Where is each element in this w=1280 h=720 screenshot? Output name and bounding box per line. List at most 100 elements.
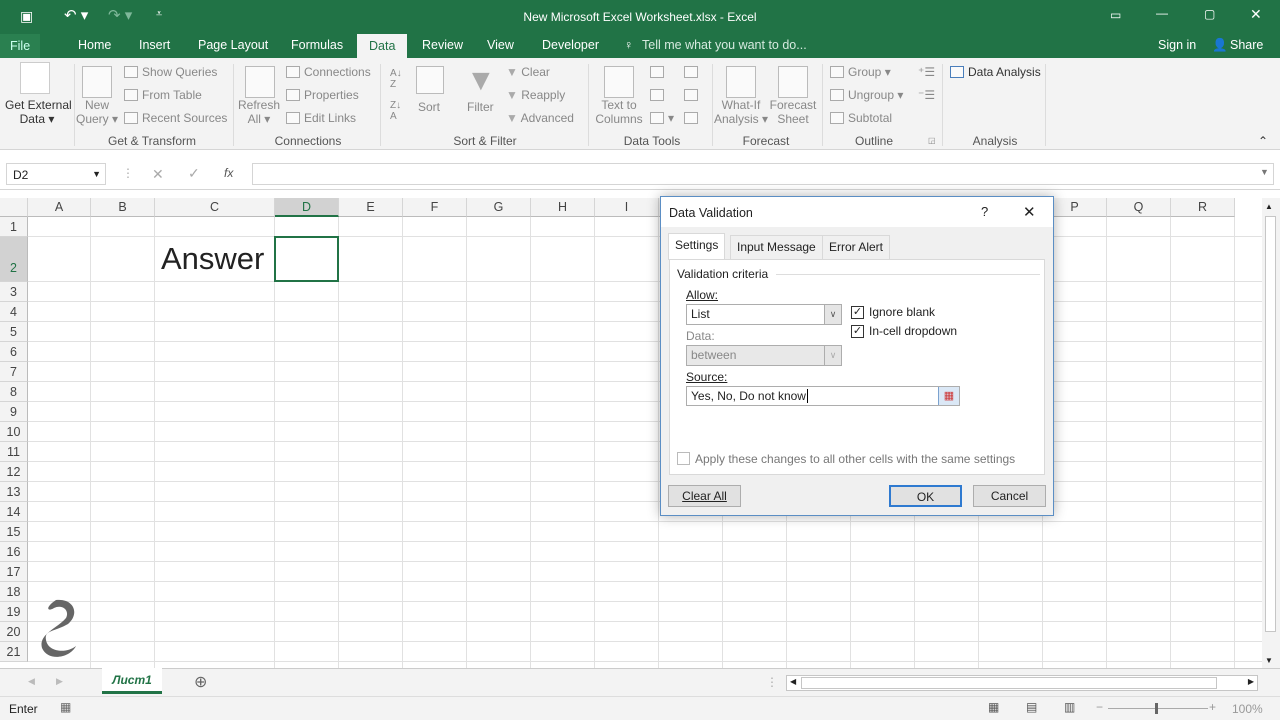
- column-header-C[interactable]: C: [155, 198, 275, 217]
- worksheet-grid[interactable]: ABCDEFGHIJKLMNOPQR1234567891011121314151…: [0, 198, 1262, 668]
- active-cell-D2[interactable]: [274, 236, 339, 282]
- remove-duplicates-icon[interactable]: [650, 88, 668, 102]
- zoom-out-icon[interactable]: −: [1096, 700, 1103, 714]
- tab-error-alert[interactable]: Error Alert: [822, 235, 891, 259]
- source-input[interactable]: Yes, No, Do not know ▦: [686, 386, 960, 406]
- connections-button[interactable]: Connections: [286, 65, 371, 79]
- share-button[interactable]: Share: [1230, 38, 1263, 52]
- sort-button[interactable]: Sort: [418, 100, 440, 114]
- subtotal-button[interactable]: Subtotal: [830, 111, 892, 125]
- row-header-17[interactable]: 17: [0, 562, 28, 582]
- reapply-button[interactable]: ▼ Reapply: [506, 88, 565, 102]
- sign-in-link[interactable]: Sign in: [1158, 38, 1196, 52]
- row-header-18[interactable]: 18: [0, 582, 28, 602]
- clear-button[interactable]: ▼ Clear: [506, 65, 550, 79]
- tab-input-message[interactable]: Input Message: [730, 235, 823, 259]
- prev-sheet-icon[interactable]: ◀: [28, 676, 35, 687]
- collapse-ribbon-icon[interactable]: ⌃: [1258, 134, 1268, 148]
- group-button[interactable]: Group ▾: [830, 65, 891, 79]
- close-button[interactable]: ✕: [1023, 203, 1036, 221]
- cancel-entry-icon[interactable]: ✕: [152, 166, 164, 183]
- new-query-button[interactable]: New Query ▾: [76, 98, 118, 126]
- row-header-16[interactable]: 16: [0, 542, 28, 562]
- refresh-all-button[interactable]: Refresh All ▾: [238, 98, 280, 126]
- row-header-13[interactable]: 13: [0, 482, 28, 502]
- row-header-20[interactable]: 20: [0, 622, 28, 642]
- text-to-columns-button[interactable]: Text to Columns: [592, 98, 646, 126]
- tab-developer[interactable]: Developer: [542, 38, 599, 52]
- row-header-3[interactable]: 3: [0, 282, 28, 302]
- zoom-in-icon[interactable]: +: [1209, 700, 1216, 714]
- row-header-4[interactable]: 4: [0, 302, 28, 322]
- enter-icon[interactable]: ✓: [188, 165, 200, 182]
- apply-all-checkbox[interactable]: [677, 452, 690, 465]
- data-analysis-button[interactable]: Data Analysis: [950, 65, 1041, 79]
- sort-a-z-icon[interactable]: A↓ Z: [390, 68, 402, 90]
- expand-formula-icon[interactable]: ▼: [1260, 167, 1269, 177]
- insert-function-icon[interactable]: fx: [224, 166, 233, 180]
- next-sheet-icon[interactable]: ▶: [56, 676, 63, 687]
- forecast-sheet-button[interactable]: Forecast Sheet: [768, 98, 818, 126]
- tab-page-layout[interactable]: Page Layout: [198, 38, 268, 52]
- help-button[interactable]: ?: [981, 204, 988, 219]
- ignore-blank-checkbox[interactable]: ✓: [851, 306, 864, 319]
- tab-file[interactable]: File: [0, 34, 41, 58]
- data-validation-icon[interactable]: ▾: [650, 111, 674, 125]
- get-external-data-button[interactable]: Get External Data ▾: [5, 98, 72, 126]
- tab-view[interactable]: View: [487, 38, 514, 52]
- tab-settings[interactable]: Settings: [668, 233, 726, 260]
- column-header-B[interactable]: B: [91, 198, 155, 217]
- column-header-H[interactable]: H: [531, 198, 595, 217]
- show-queries-button[interactable]: Show Queries: [124, 65, 217, 79]
- column-header-G[interactable]: G: [467, 198, 531, 217]
- range-select-icon[interactable]: ▦: [938, 387, 959, 405]
- cell-C2[interactable]: Answer: [161, 241, 264, 277]
- zoom-level[interactable]: 100%: [1232, 702, 1263, 716]
- row-header-10[interactable]: 10: [0, 422, 28, 442]
- close-icon[interactable]: ✕: [1250, 6, 1262, 23]
- from-table-button[interactable]: From Table: [124, 88, 202, 102]
- tell-me-search[interactable]: Tell me what you want to do...: [642, 38, 807, 52]
- hide-detail-icon[interactable]: ⁻☰: [918, 88, 935, 102]
- column-header-F[interactable]: F: [403, 198, 467, 217]
- column-header-A[interactable]: A: [28, 198, 91, 217]
- row-header-12[interactable]: 12: [0, 462, 28, 482]
- relationships-icon[interactable]: [684, 88, 702, 102]
- page-layout-view-icon[interactable]: ▤: [1026, 700, 1037, 714]
- horizontal-scrollbar[interactable]: ◀ ▶: [786, 675, 1258, 691]
- name-box[interactable]: D2 ▼: [6, 163, 106, 185]
- ungroup-button[interactable]: Ungroup ▾: [830, 88, 903, 102]
- maximize-icon[interactable]: ▢: [1204, 7, 1215, 21]
- tab-insert[interactable]: Insert: [139, 38, 170, 52]
- tab-home[interactable]: Home: [78, 38, 111, 52]
- row-header-5[interactable]: 5: [0, 322, 28, 342]
- minimize-icon[interactable]: —: [1156, 6, 1168, 20]
- row-header-11[interactable]: 11: [0, 442, 28, 462]
- ribbon-display-icon[interactable]: ▭: [1110, 8, 1121, 22]
- allow-select[interactable]: List ∨: [686, 304, 842, 325]
- what-if-analysis-button[interactable]: What-If Analysis ▾: [714, 98, 768, 126]
- tab-data[interactable]: Data: [357, 34, 408, 58]
- row-header-8[interactable]: 8: [0, 382, 28, 402]
- edit-links-button[interactable]: Edit Links: [286, 111, 356, 125]
- advanced-button[interactable]: ▼ Advanced: [506, 111, 574, 125]
- tab-review[interactable]: Review: [422, 38, 463, 52]
- column-header-D[interactable]: D: [275, 198, 339, 217]
- consolidate-icon[interactable]: [684, 65, 702, 79]
- add-sheet-icon[interactable]: ⊕: [194, 672, 207, 692]
- scroll-thumb[interactable]: [1265, 216, 1276, 632]
- flash-fill-icon[interactable]: [650, 65, 668, 79]
- formula-input[interactable]: [252, 163, 1274, 185]
- filter-button[interactable]: Filter: [467, 100, 494, 114]
- scroll-thumb[interactable]: [801, 677, 1217, 689]
- manage-data-model-icon[interactable]: [684, 111, 702, 125]
- row-header-15[interactable]: 15: [0, 522, 28, 542]
- vertical-scrollbar[interactable]: ▲ ▼: [1262, 198, 1280, 668]
- dialog-launcher-icon[interactable]: ◲: [928, 136, 936, 145]
- ok-button[interactable]: OK: [889, 485, 962, 507]
- in-cell-dropdown-checkbox[interactable]: ✓: [851, 325, 864, 338]
- sheet-tab-list1[interactable]: Лист1: [102, 668, 162, 694]
- cancel-button[interactable]: Cancel: [973, 485, 1046, 507]
- column-header-R[interactable]: R: [1171, 198, 1235, 217]
- recent-sources-button[interactable]: Recent Sources: [124, 111, 227, 125]
